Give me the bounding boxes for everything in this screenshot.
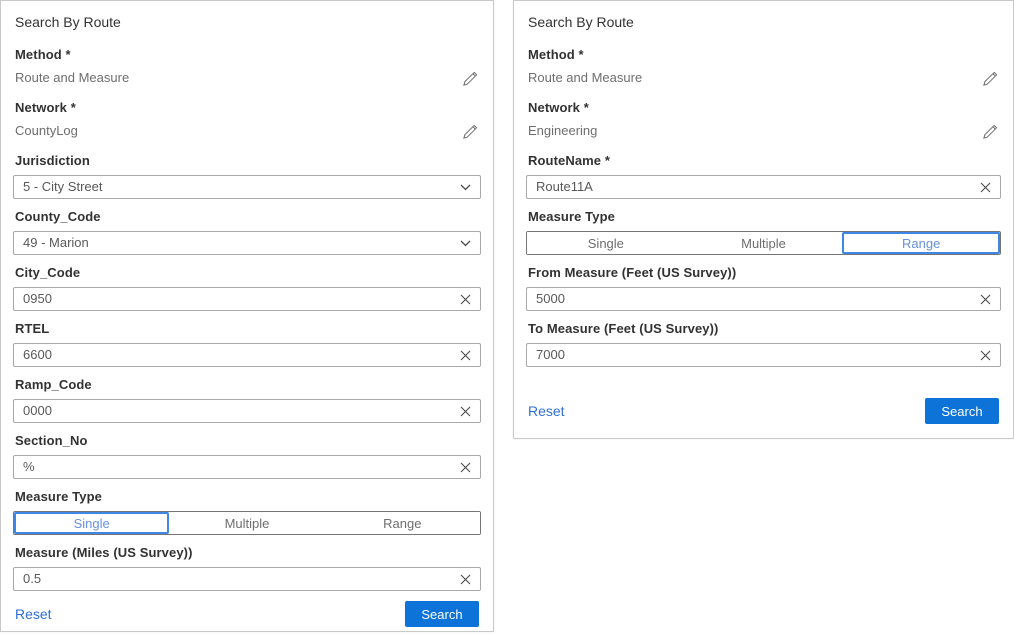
- city-code-input[interactable]: [23, 288, 460, 310]
- field-section-no: Section_No: [13, 433, 481, 479]
- chevron-down-icon: [460, 240, 471, 247]
- county-code-label: County_Code: [15, 209, 479, 224]
- clear-x-icon[interactable]: [460, 294, 471, 305]
- panel-title: Search By Route: [528, 15, 999, 30]
- clear-x-icon[interactable]: [980, 350, 991, 361]
- route-name-label: RouteName *: [528, 153, 999, 168]
- measure-label: Measure (Miles (US Survey)): [15, 545, 479, 560]
- rtel-label: RTEL: [15, 321, 479, 336]
- jurisdiction-selected-value: 5 - City Street: [23, 176, 460, 198]
- edit-icon[interactable]: [982, 70, 999, 87]
- field-county-code: County_Code 49 - Marion: [13, 209, 481, 255]
- search-button[interactable]: Search: [925, 398, 999, 424]
- field-jurisdiction: Jurisdiction 5 - City Street: [13, 153, 481, 199]
- field-network: Network * Engineering: [526, 100, 1001, 140]
- workspace: Search By Route Method * Route and Measu…: [0, 0, 1014, 632]
- edit-icon[interactable]: [462, 123, 479, 140]
- method-value: Route and Measure: [15, 70, 129, 86]
- field-city-code: City_Code: [13, 265, 481, 311]
- method-label: Method *: [528, 47, 999, 62]
- to-measure-input[interactable]: [536, 344, 980, 366]
- panel-footer: Reset Search: [526, 398, 1001, 426]
- city-code-label: City_Code: [15, 265, 479, 280]
- measure-type-option-range[interactable]: Range: [842, 232, 1000, 254]
- network-value: Engineering: [528, 123, 597, 139]
- panel-title: Search By Route: [15, 15, 479, 30]
- edit-icon[interactable]: [982, 123, 999, 140]
- field-rtel: RTEL: [13, 321, 481, 367]
- measure-type-option-range[interactable]: Range: [325, 512, 480, 534]
- ramp-code-input[interactable]: [23, 400, 460, 422]
- network-value: CountyLog: [15, 123, 78, 139]
- rtel-input[interactable]: [23, 344, 460, 366]
- field-method: Method * Route and Measure: [13, 47, 481, 87]
- jurisdiction-label: Jurisdiction: [15, 153, 479, 168]
- to-measure-label: To Measure (Feet (US Survey)): [528, 321, 999, 336]
- field-from-measure: From Measure (Feet (US Survey)): [526, 265, 1001, 311]
- jurisdiction-select[interactable]: 5 - City Street: [13, 175, 481, 199]
- field-measure-type: Measure Type Single Multiple Range: [13, 489, 481, 535]
- route-name-input[interactable]: [536, 176, 980, 198]
- measure-type-option-multiple[interactable]: Multiple: [169, 512, 324, 534]
- network-label: Network *: [15, 100, 479, 115]
- county-code-select[interactable]: 49 - Marion: [13, 231, 481, 255]
- clear-x-icon[interactable]: [980, 294, 991, 305]
- route-name-input-box: [526, 175, 1001, 199]
- measure-type-label: Measure Type: [528, 209, 999, 224]
- field-to-measure: To Measure (Feet (US Survey)): [526, 321, 1001, 367]
- measure-type-label: Measure Type: [15, 489, 479, 504]
- field-measure: Measure (Miles (US Survey)): [13, 545, 481, 591]
- reset-link[interactable]: Reset: [528, 403, 565, 419]
- measure-input[interactable]: [23, 568, 460, 590]
- search-by-route-panel-left: Search By Route Method * Route and Measu…: [0, 0, 494, 632]
- chevron-down-icon: [460, 184, 471, 191]
- measure-type-segmented: Single Multiple Range: [13, 511, 481, 535]
- section-no-input-box: [13, 455, 481, 479]
- reset-link[interactable]: Reset: [15, 606, 52, 622]
- ramp-code-input-box: [13, 399, 481, 423]
- method-label: Method *: [15, 47, 479, 62]
- panel-footer: Reset Search: [13, 601, 481, 629]
- measure-type-segmented: Single Multiple Range: [526, 231, 1001, 255]
- from-measure-input-box: [526, 287, 1001, 311]
- measure-type-option-single[interactable]: Single: [527, 232, 685, 254]
- to-measure-input-box: [526, 343, 1001, 367]
- clear-x-icon[interactable]: [460, 574, 471, 585]
- field-method: Method * Route and Measure: [526, 47, 1001, 87]
- method-value: Route and Measure: [528, 70, 642, 86]
- network-label: Network *: [528, 100, 999, 115]
- clear-x-icon[interactable]: [460, 462, 471, 473]
- search-by-route-panel-right: Search By Route Method * Route and Measu…: [513, 0, 1014, 439]
- from-measure-label: From Measure (Feet (US Survey)): [528, 265, 999, 280]
- measure-type-option-multiple[interactable]: Multiple: [685, 232, 843, 254]
- edit-icon[interactable]: [462, 70, 479, 87]
- section-no-label: Section_No: [15, 433, 479, 448]
- ramp-code-label: Ramp_Code: [15, 377, 479, 392]
- clear-x-icon[interactable]: [460, 406, 471, 417]
- search-button[interactable]: Search: [405, 601, 479, 627]
- city-code-input-box: [13, 287, 481, 311]
- from-measure-input[interactable]: [536, 288, 980, 310]
- field-measure-type: Measure Type Single Multiple Range: [526, 209, 1001, 255]
- county-code-selected-value: 49 - Marion: [23, 232, 460, 254]
- rtel-input-box: [13, 343, 481, 367]
- field-network: Network * CountyLog: [13, 100, 481, 140]
- section-no-input[interactable]: [23, 456, 460, 478]
- field-ramp-code: Ramp_Code: [13, 377, 481, 423]
- clear-x-icon[interactable]: [980, 182, 991, 193]
- field-route-name: RouteName *: [526, 153, 1001, 199]
- measure-type-option-single[interactable]: Single: [14, 512, 169, 534]
- clear-x-icon[interactable]: [460, 350, 471, 361]
- measure-input-box: [13, 567, 481, 591]
